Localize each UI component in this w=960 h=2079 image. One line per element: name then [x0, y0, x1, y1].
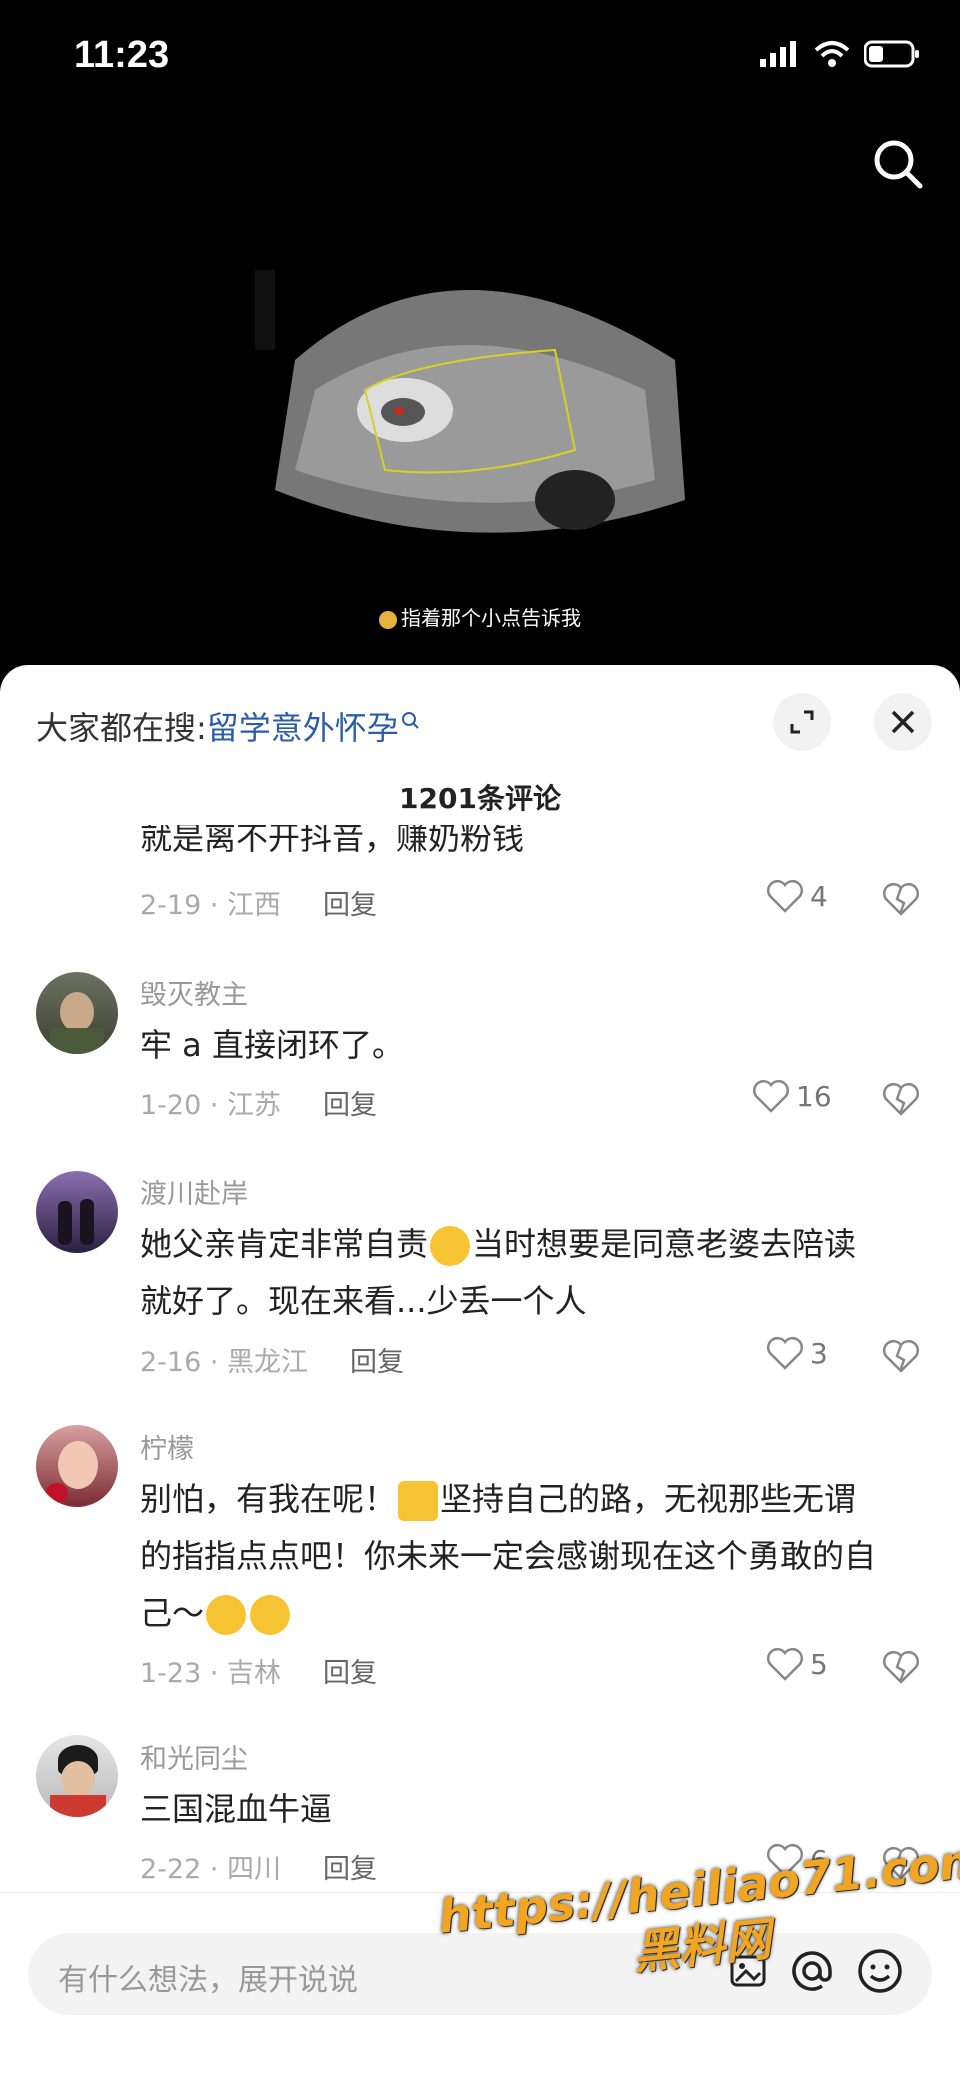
like-button[interactable]: 16: [752, 1078, 832, 1114]
reply-button[interactable]: 回复: [323, 1083, 377, 1122]
dislike-icon[interactable]: [882, 1080, 920, 1118]
partial-comment-text: 就是离不开抖音，赚奶粉钱: [140, 825, 840, 859]
comment-meta: 2-19 · 江西 回复: [140, 883, 377, 922]
status-time: 11:23: [74, 34, 170, 76]
ultrasound-image: [255, 240, 695, 660]
comment-text-part: 她父亲肯定非常自责: [140, 1225, 429, 1263]
status-icons: [760, 40, 920, 68]
reply-button[interactable]: 回复: [350, 1340, 404, 1379]
avatar[interactable]: [36, 972, 118, 1054]
close-button[interactable]: [874, 693, 932, 751]
heart-icon: [767, 1337, 803, 1370]
reply-button[interactable]: 回复: [323, 883, 377, 922]
comment-meta: 2-22 · 四川 回复: [140, 1847, 377, 1886]
like-button[interactable]: 4: [766, 878, 828, 914]
battery-icon: [864, 40, 919, 68]
like-count: 4: [810, 879, 828, 913]
video-caption-text: 指着那个小点告诉我: [401, 606, 581, 630]
signal-icon: [760, 41, 796, 67]
smile-emoji-icon: [206, 1595, 247, 1635]
comment-text-part: 己～: [140, 1594, 205, 1632]
comment-date-location: 1-20 · 江苏: [140, 1090, 282, 1121]
heart-icon: [767, 1648, 803, 1681]
comment-text: 牢 a 直接闭环了。: [140, 1026, 404, 1064]
avatar[interactable]: [36, 1425, 118, 1507]
small-search-icon: [401, 712, 419, 729]
partial-comment-line: 就是离不开抖音，赚奶粉钱: [140, 825, 525, 857]
avatar[interactable]: [36, 1171, 118, 1253]
comment-author[interactable]: 和光同尘: [140, 1737, 248, 1776]
comment-date-location: 2-16 · 黑龙江: [140, 1347, 309, 1378]
close-icon: [891, 710, 915, 734]
comment-meta: 1-20 · 江苏 回复: [140, 1083, 377, 1122]
comment-count: 1201条评论: [399, 782, 561, 815]
comment-text-part: 的指指点点吧！你未来一定会感谢现在这个勇敢的自: [140, 1537, 877, 1575]
like-count: 16: [796, 1079, 832, 1113]
wifi-icon: [814, 41, 850, 67]
comment-meta: 1-23 · 吉林 回复: [140, 1651, 377, 1690]
comment-text: 别怕，有我在呢！ 坚持自己的路，无视那些无谓 的指指点点吧！你未来一定会感谢现在这…: [140, 1471, 930, 1642]
comment-text: 三国混血牛逼: [140, 1790, 333, 1828]
video-player[interactable]: 指着那个小点告诉我: [0, 120, 960, 660]
like-button[interactable]: 5: [766, 1646, 828, 1682]
laugh-cry-emoji-icon: [430, 1226, 471, 1266]
comment-text-part: 别怕，有我在呢！: [140, 1480, 397, 1518]
heart-icon: [767, 880, 803, 913]
dislike-icon[interactable]: [882, 1648, 920, 1686]
comment-text: 她父亲肯定非常自责 当时想要是同意老婆去陪读 就好了。现在来看...少丢一个人: [140, 1216, 930, 1330]
comment-author[interactable]: 柠檬: [140, 1427, 194, 1466]
video-caption: 指着那个小点告诉我: [0, 602, 960, 631]
status-bar: 11:23: [0, 0, 960, 120]
comment-date-location: 1-23 · 吉林: [140, 1658, 282, 1689]
heart-icon: [753, 1080, 789, 1113]
flexed-biceps-emoji-icon: [398, 1481, 439, 1521]
comment-date-location: 2-19 · 江西: [140, 890, 282, 921]
comment-text-part: 坚持自己的路，无视那些无谓: [440, 1480, 857, 1518]
comment-author[interactable]: 毁灭教主: [140, 973, 248, 1012]
reply-button[interactable]: 回复: [323, 1651, 377, 1690]
like-button[interactable]: 3: [766, 1335, 828, 1371]
dislike-icon[interactable]: [882, 1337, 920, 1375]
like-count: 3: [810, 1336, 828, 1370]
reply-button[interactable]: 回复: [323, 1847, 377, 1886]
dislike-icon[interactable]: [882, 880, 920, 918]
search-suggestion-keyword[interactable]: 留学意外怀孕: [207, 703, 399, 749]
search-icon[interactable]: [866, 132, 930, 196]
comment-input-placeholder: 有什么想法，展开说说: [58, 1963, 358, 1998]
like-count: 5: [810, 1647, 828, 1681]
comment-text-part: 当时想要是同意老婆去陪读: [472, 1225, 857, 1263]
comment-text-part: 就好了。现在来看...少丢一个人: [140, 1282, 587, 1320]
person-emoji-icon: [379, 610, 397, 629]
avatar[interactable]: [36, 731, 118, 813]
smile-emoji-icon: [250, 1595, 291, 1635]
expand-icon: [790, 710, 814, 734]
comment-author[interactable]: 渡川赴岸: [140, 1172, 248, 1211]
comment-meta: 2-16 · 黑龙江 回复: [140, 1340, 404, 1379]
expand-button[interactable]: [773, 693, 831, 751]
avatar[interactable]: [36, 1735, 118, 1817]
comment-date-location: 2-22 · 四川: [140, 1854, 282, 1885]
